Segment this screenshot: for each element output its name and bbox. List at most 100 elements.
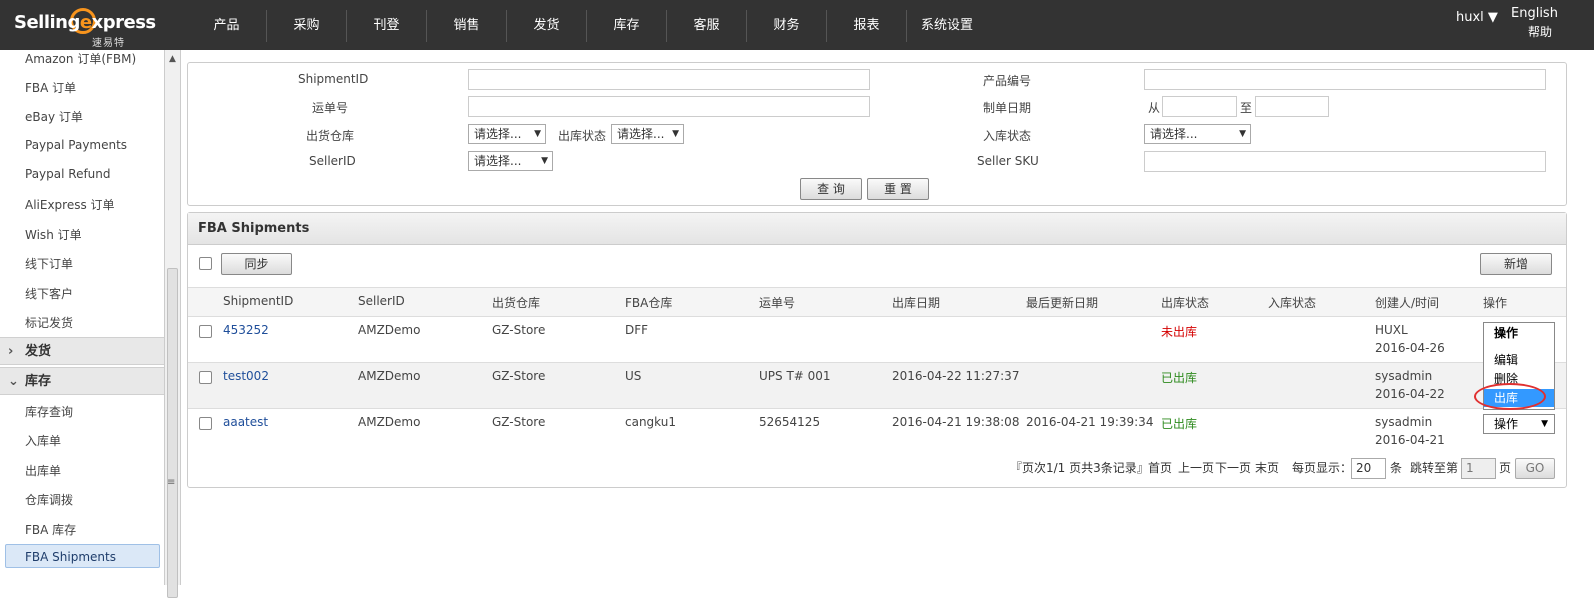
per-page-input[interactable]: 20 [1351, 458, 1386, 479]
sidebar-item-fba-inventory[interactable]: FBA 库存 [25, 521, 76, 538]
in-status-select-value: 请选择... [1150, 127, 1198, 141]
reset-button[interactable]: 重 置 [867, 178, 929, 200]
pager-next-link[interactable]: 下一页 [1215, 459, 1251, 476]
date-from-input[interactable] [1162, 96, 1237, 117]
row-checkbox[interactable] [199, 417, 212, 430]
nav-finance[interactable]: 财务 [747, 10, 827, 42]
nav-service[interactable]: 客服 [667, 10, 747, 42]
select-all-checkbox[interactable] [199, 257, 212, 270]
waybill-cell: UPS T# 001 [759, 369, 831, 383]
column-header-seller-id[interactable]: SellerID [358, 294, 405, 308]
creator-cell: sysadmin [1375, 369, 1433, 383]
sidebar-item-inbound[interactable]: 入库单 [25, 432, 61, 449]
sidebar-group-shipping[interactable]: › 发货 [0, 337, 164, 365]
page-unit: 页 [1499, 461, 1512, 475]
jump-page-input[interactable]: 1 [1461, 458, 1496, 479]
sidebar-item-mark-shipped[interactable]: 标记发货 [25, 314, 73, 331]
sidebar-item-paypal-payments[interactable]: Paypal Payments [25, 138, 127, 152]
column-header-fba-warehouse[interactable]: FBA仓库 [625, 294, 672, 311]
action-edit-option[interactable]: 编辑 [1484, 351, 1554, 369]
seller-id-select[interactable]: 请选择... ▼ [468, 151, 553, 171]
out-date-cell: 2016-04-22 11:27:37 [892, 369, 1020, 383]
out-status-select[interactable]: 请选择... ▼ [611, 124, 684, 144]
warehouse-cell: GZ-Store [492, 415, 546, 429]
seller-sku-input[interactable] [1144, 151, 1546, 172]
action-select[interactable]: 操作 ▼ [1483, 414, 1555, 434]
pager-first-link[interactable]: 首页 [1148, 459, 1172, 476]
sidebar-item-paypal-refund[interactable]: Paypal Refund [25, 167, 111, 181]
fba-warehouse-cell: cangku1 [625, 415, 676, 429]
nav-listing[interactable]: 刊登 [347, 10, 427, 42]
nav-purchase[interactable]: 采购 [267, 10, 347, 42]
fba-warehouse-cell: US [625, 369, 642, 383]
shipment-id-link[interactable]: aaatest [223, 415, 268, 429]
scroll-thumb[interactable] [167, 268, 178, 598]
row-checkbox[interactable] [199, 325, 212, 338]
creator-cell: sysadmin [1375, 415, 1433, 429]
column-header-warehouse[interactable]: 出货仓库 [492, 294, 540, 311]
sidebar: Amazon 订单(FBM) FBA 订单 eBay 订单 Paypal Pay… [0, 50, 165, 585]
dropdown-arrow-icon: ▼ [672, 129, 679, 139]
scroll-up-arrow-icon[interactable]: ▲ [169, 54, 176, 64]
waybill-input[interactable] [468, 96, 870, 117]
nav-settings[interactable]: 系统设置 [907, 10, 987, 42]
seller-id-select-value: 请选择... [474, 154, 522, 168]
column-header-creator[interactable]: 创建人/时间 [1375, 294, 1439, 311]
seller-id-cell: AMZDemo [358, 323, 421, 337]
new-button[interactable]: 新增 [1480, 253, 1552, 275]
sidebar-item-offline-orders[interactable]: 线下订单 [25, 255, 73, 272]
language-link[interactable]: English [1511, 6, 1558, 21]
date-from-label: 从 [1148, 101, 1161, 115]
sidebar-item-transfer[interactable]: 仓库调拨 [25, 491, 73, 508]
waybill-cell: 52654125 [759, 415, 821, 429]
sidebar-item-outbound[interactable]: 出库单 [25, 462, 61, 479]
column-header-waybill[interactable]: 运单号 [759, 294, 795, 311]
jump-label: 跳转至第 [1410, 461, 1459, 475]
nav-reports[interactable]: 报表 [827, 10, 907, 42]
sidebar-scrollbar[interactable]: ▲ ≡ [165, 50, 181, 598]
per-page-label: 每页显示： [1292, 461, 1353, 475]
sidebar-item-wish-orders[interactable]: Wish 订单 [25, 226, 82, 243]
user-menu[interactable]: huxl ▼ [1456, 10, 1498, 25]
dropdown-arrow-icon: ▼ [534, 129, 541, 139]
sidebar-group-inventory[interactable]: ⌄ 库存 [0, 367, 164, 395]
column-header-in-status[interactable]: 入库状态 [1268, 294, 1316, 311]
sidebar-item-fba-shipments[interactable]: FBA Shipments [25, 550, 116, 564]
sidebar-item-aliexpress-orders[interactable]: AliExpress 订单 [25, 196, 115, 213]
column-header-updated[interactable]: 最后更新日期 [1026, 294, 1098, 311]
sync-button[interactable]: 同步 [221, 253, 292, 275]
nav-shipping[interactable]: 发货 [507, 10, 587, 42]
column-header-shipment-id[interactable]: ShipmentID [223, 294, 293, 308]
warehouse-select[interactable]: 请选择... ▼ [468, 124, 546, 144]
per-page-unit: 条 [1390, 461, 1403, 475]
column-header-out-status[interactable]: 出库状态 [1161, 294, 1209, 311]
product-code-input[interactable] [1144, 69, 1546, 90]
sidebar-item-amazon-fbm[interactable]: Amazon 订单(FBM) [25, 50, 136, 67]
scroll-grip-icon: ≡ [167, 477, 176, 488]
help-link[interactable]: 帮助 [1528, 23, 1552, 40]
nav-inventory[interactable]: 库存 [587, 10, 667, 42]
row-checkbox[interactable] [199, 371, 212, 384]
action-menu-header[interactable]: 操作 [1484, 324, 1554, 342]
sidebar-item-ebay-orders[interactable]: eBay 订单 [25, 108, 83, 125]
shipment-id-link[interactable]: 453252 [223, 323, 269, 337]
action-select-value: 操作 [1494, 417, 1519, 431]
column-header-out-date[interactable]: 出库日期 [892, 294, 940, 311]
out-status-select-value: 请选择... [617, 127, 665, 141]
top-bar: Sellingexpress 速易特 产品 采购 刊登 销售 发货 库存 客服 … [0, 0, 1594, 50]
logo[interactable]: Sellingexpress 速易特 [14, 8, 164, 49]
sidebar-item-fba-orders[interactable]: FBA 订单 [25, 79, 76, 96]
out-date-cell: 2016-04-21 19:38:08 [892, 415, 1020, 429]
go-button[interactable]: GO [1515, 458, 1555, 479]
nav-product[interactable]: 产品 [187, 10, 267, 42]
shipment-id-link[interactable]: test002 [223, 369, 269, 383]
pager-last-link[interactable]: 末页 [1255, 459, 1279, 476]
pager-prev-link[interactable]: 上一页 [1178, 459, 1214, 476]
sidebar-item-inventory-query[interactable]: 库存查询 [25, 403, 73, 420]
nav-sales[interactable]: 销售 [427, 10, 507, 42]
in-status-select[interactable]: 请选择... ▼ [1144, 124, 1251, 144]
sidebar-item-offline-customers[interactable]: 线下客户 [25, 285, 73, 302]
query-button[interactable]: 查 询 [800, 178, 862, 200]
date-to-input[interactable] [1255, 96, 1329, 117]
shipment-id-input[interactable] [468, 69, 870, 90]
